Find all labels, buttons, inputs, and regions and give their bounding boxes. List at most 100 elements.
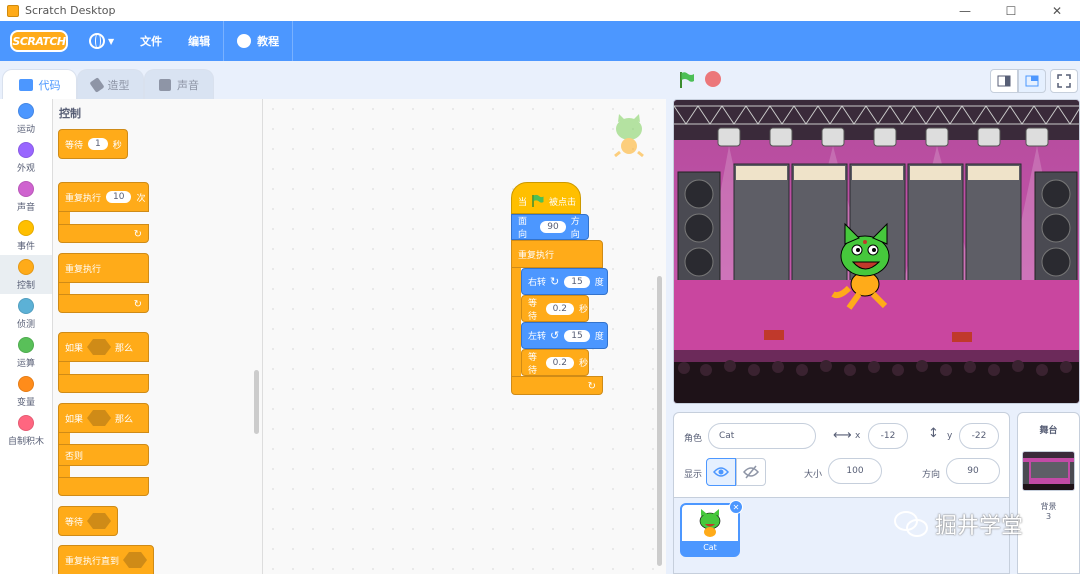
tutorials-menu[interactable]: 教程 bbox=[224, 21, 292, 61]
category-operators[interactable]: 运算 bbox=[0, 333, 52, 372]
small-stage-icon bbox=[997, 75, 1011, 87]
wait-until-block[interactable]: 等待 bbox=[58, 506, 118, 536]
block-input[interactable]: 1 bbox=[88, 138, 108, 150]
category-sound[interactable]: 声音 bbox=[0, 177, 52, 216]
direction-input[interactable]: 90 bbox=[946, 458, 1000, 484]
file-menu[interactable]: 文件 bbox=[127, 21, 175, 61]
block-input[interactable]: 15 bbox=[564, 329, 590, 342]
tab-sounds[interactable]: 声音 bbox=[144, 69, 214, 99]
x-label: x bbox=[855, 431, 861, 441]
hide-sprite-button[interactable] bbox=[736, 458, 766, 486]
rotate-clockwise-icon: ↻ bbox=[550, 275, 560, 288]
category-variables[interactable]: 变量 bbox=[0, 372, 52, 411]
y-input[interactable]: -22 bbox=[959, 423, 999, 449]
turn-left-block[interactable]: 左转 ↺ 15 度 bbox=[521, 322, 608, 349]
block-text: 等待 bbox=[65, 517, 84, 528]
forever-block[interactable]: 重复执行 bbox=[511, 240, 603, 268]
direction-label: 方向 bbox=[922, 470, 941, 480]
block-text: 右转 bbox=[528, 278, 547, 288]
condition-slot[interactable] bbox=[87, 410, 112, 426]
when-flag-clicked-block[interactable]: 当 被点击 bbox=[511, 182, 581, 214]
category-control[interactable]: 控制 bbox=[0, 255, 52, 294]
motion-color-dot bbox=[18, 102, 34, 119]
if-else-block[interactable]: 如果 那么 bbox=[58, 403, 149, 433]
repeat-until-block[interactable]: 重复执行直到 bbox=[58, 545, 154, 574]
block-input[interactable]: 15 bbox=[564, 275, 590, 288]
green-flag-button[interactable] bbox=[678, 71, 696, 89]
category-looks[interactable]: 外观 bbox=[0, 138, 52, 177]
backdrop-thumbnail bbox=[1022, 451, 1075, 491]
tab-code[interactable]: 代码 bbox=[2, 69, 77, 100]
block-text: 如果 bbox=[65, 343, 84, 354]
size-label: 大小 bbox=[804, 470, 823, 480]
globe-icon bbox=[89, 33, 105, 49]
x-input[interactable]: -12 bbox=[868, 423, 908, 449]
else-section: 否则 bbox=[58, 444, 149, 466]
condition-slot[interactable] bbox=[87, 513, 112, 529]
size-input[interactable]: 100 bbox=[828, 458, 882, 484]
small-stage-button[interactable] bbox=[990, 69, 1018, 93]
if-else-block-foot bbox=[58, 477, 149, 496]
show-sprite-button[interactable] bbox=[706, 458, 736, 486]
block-input[interactable]: 0.2 bbox=[545, 302, 574, 315]
language-menu[interactable]: ▼ bbox=[76, 21, 127, 61]
minimize-button[interactable]: — bbox=[942, 0, 988, 21]
forever-block-foot: ↻ bbox=[511, 376, 603, 395]
script-workspace[interactable]: 当 被点击 面向 90 方向 重复执行 右转 ↻ 15 度 等待 0.2 秒 左… bbox=[263, 99, 666, 574]
code-icon bbox=[18, 79, 33, 91]
block-text: 重复执行 bbox=[518, 250, 555, 261]
category-label: 自制积木 bbox=[7, 436, 44, 447]
palette-scrollbar[interactable] bbox=[254, 370, 259, 434]
window-controls: — ☐ ✕ bbox=[942, 0, 1080, 21]
direction-value: 90 bbox=[967, 466, 979, 476]
block-input[interactable]: 10 bbox=[106, 191, 132, 203]
window-title: Scratch Desktop bbox=[25, 4, 116, 17]
maximize-button[interactable]: ☐ bbox=[988, 0, 1034, 21]
eye-icon bbox=[713, 467, 729, 477]
stop-button[interactable] bbox=[705, 71, 721, 87]
scratch-logo[interactable]: SCRATCH bbox=[10, 30, 68, 52]
block-palette: 控制 等待 1 秒 重复执行 10 次 ↻ 重复执行 ↻ 如果 那么 如果 那么… bbox=[53, 99, 263, 574]
tutorials-label: 教程 bbox=[257, 35, 280, 48]
point-in-direction-block[interactable]: 面向 90 方向 bbox=[511, 214, 589, 240]
fullscreen-button[interactable] bbox=[1050, 69, 1078, 93]
category-motion[interactable]: 运动 bbox=[0, 99, 52, 138]
category-events[interactable]: 事件 bbox=[0, 216, 52, 255]
wait-seconds-block[interactable]: 等待 1 秒 bbox=[58, 129, 128, 159]
block-text: 否则 bbox=[65, 451, 84, 462]
stage-canvas[interactable] bbox=[673, 99, 1080, 404]
block-text: 左转 bbox=[528, 332, 547, 342]
delete-sprite-button[interactable]: ✕ bbox=[729, 500, 743, 514]
repeat-block-foot: ↻ bbox=[58, 224, 149, 243]
menu-bar: SCRATCH ▼ 文件 编辑 教程 bbox=[0, 21, 1080, 61]
large-stage-button[interactable] bbox=[1018, 69, 1046, 93]
tab-costumes-label: 造型 bbox=[107, 78, 130, 92]
stage-pane[interactable]: 舞台 背景 3 bbox=[1017, 412, 1080, 574]
if-then-block[interactable]: 如果 那么 bbox=[58, 332, 149, 362]
condition-slot[interactable] bbox=[87, 339, 112, 355]
wait-seconds-block[interactable]: 等待 0.2 秒 bbox=[521, 349, 589, 376]
rotate-counterclockwise-icon: ↺ bbox=[550, 329, 560, 342]
close-button[interactable]: ✕ bbox=[1034, 0, 1080, 21]
category-my-blocks[interactable]: 自制积木 bbox=[0, 411, 52, 450]
sprite-name-input[interactable]: Cat bbox=[708, 423, 816, 449]
edit-menu[interactable]: 编辑 bbox=[175, 21, 223, 61]
block-input[interactable]: 0.2 bbox=[545, 356, 574, 369]
block-input[interactable]: 90 bbox=[540, 221, 566, 233]
events-color-dot bbox=[18, 219, 34, 236]
sprite-name-label: 角色 bbox=[684, 434, 703, 444]
forever-block[interactable]: 重复执行 bbox=[58, 253, 149, 283]
workspace-scrollbar[interactable] bbox=[657, 276, 662, 566]
block-text: 那么 bbox=[115, 414, 134, 425]
condition-slot[interactable] bbox=[123, 552, 148, 568]
large-stage-icon bbox=[1025, 75, 1039, 87]
sprite-tile-cat[interactable]: Cat ✕ bbox=[680, 500, 743, 557]
turn-right-block[interactable]: 右转 ↻ 15 度 bbox=[521, 268, 608, 295]
tab-costumes[interactable]: 造型 bbox=[77, 69, 144, 99]
looks-color-dot bbox=[18, 141, 34, 158]
wait-seconds-block[interactable]: 等待 0.2 秒 bbox=[521, 295, 589, 322]
tab-code-label: 代码 bbox=[38, 79, 61, 92]
category-sensing[interactable]: 侦测 bbox=[0, 294, 52, 333]
repeat-block[interactable]: 重复执行 10 次 bbox=[58, 182, 149, 212]
if-then-block-foot bbox=[58, 374, 149, 393]
